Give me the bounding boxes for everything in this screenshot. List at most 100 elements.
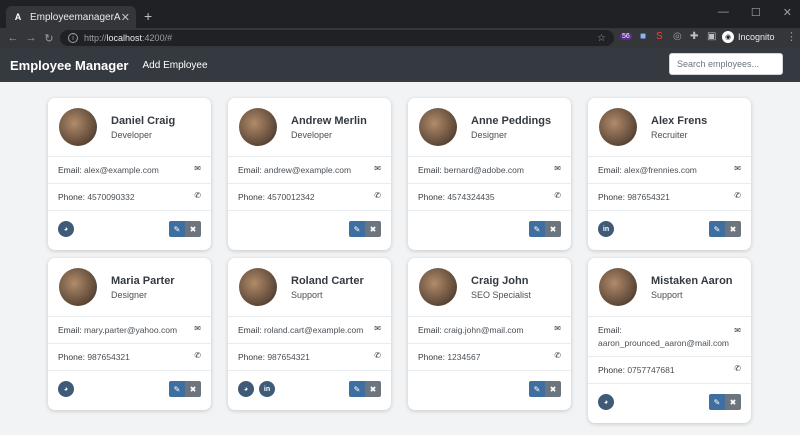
phone-label: Phone: xyxy=(238,352,265,362)
url-host: localhost xyxy=(106,33,143,43)
incognito-indicator[interactable]: ◉ Incognito xyxy=(722,31,775,43)
globe-social-icon[interactable]: ◕ xyxy=(58,381,74,397)
employee-phone: 0757747681 xyxy=(627,365,675,375)
close-window-icon[interactable]: ✕ xyxy=(783,6,792,19)
email-label: Email: xyxy=(58,325,82,335)
employee-phone: 4570090332 xyxy=(87,192,135,202)
card-header: Alex Frens Recruiter xyxy=(588,98,751,156)
employee-card: Maria Parter Designer Email: mary.parter… xyxy=(48,258,211,410)
phone-row: Phone: 1234567 ✆ xyxy=(408,343,571,370)
phone-row: Phone: 4570090332 ✆ xyxy=(48,183,211,210)
delete-button[interactable]: ✖ xyxy=(365,221,381,237)
employee-email: andrew@example.com xyxy=(264,165,352,175)
employee-name: Roland Carter xyxy=(291,274,364,287)
angular-favicon-icon: A xyxy=(14,12,22,22)
card-actions: ✎ ✖ xyxy=(709,221,741,237)
card-footer: ◕ ✎ ✖ xyxy=(48,210,211,249)
globe-social-icon[interactable]: ◕ xyxy=(58,221,74,237)
bookmark-star-icon[interactable]: ☆ xyxy=(597,33,606,44)
extensions-puzzle-icon[interactable]: ✚ xyxy=(690,31,698,42)
phone-row: Phone: 987654321 ✆ xyxy=(48,343,211,370)
delete-button[interactable]: ✖ xyxy=(545,381,561,397)
app-navbar: Employee Manager Add Employee xyxy=(0,48,800,82)
delete-button[interactable]: ✖ xyxy=(725,394,741,410)
card-header: Craig John SEO Specialist xyxy=(408,258,571,316)
employee-phone: 987654321 xyxy=(627,192,670,202)
card-actions: ✎ ✖ xyxy=(529,381,561,397)
new-tab-icon[interactable]: + xyxy=(144,8,152,24)
extension-icon-1[interactable]: 56 xyxy=(620,33,632,40)
delete-button[interactable]: ✖ xyxy=(365,381,381,397)
edit-button[interactable]: ✎ xyxy=(349,221,365,237)
linkedin-social-icon[interactable]: in xyxy=(259,381,275,397)
employee-job-title: Designer xyxy=(471,129,508,140)
delete-button[interactable]: ✖ xyxy=(185,221,201,237)
phone-label: Phone: xyxy=(418,352,445,362)
employee-job-title: Recruiter xyxy=(651,129,688,140)
globe-social-icon[interactable]: ◕ xyxy=(238,381,254,397)
minimize-icon[interactable]: — xyxy=(718,6,729,19)
employee-phone: 1234567 xyxy=(447,352,481,362)
email-label: Email: xyxy=(238,325,262,335)
employee-card: Anne Peddings Designer Email: bernard@ad… xyxy=(408,98,571,250)
phone-icon: ✆ xyxy=(554,351,561,360)
globe-social-icon[interactable]: ◕ xyxy=(598,394,614,410)
edit-button[interactable]: ✎ xyxy=(529,221,545,237)
side-panel-icon[interactable]: ▣ xyxy=(707,31,716,42)
extension-icon-2[interactable]: ■ xyxy=(640,31,646,42)
extension-icon-4[interactable]: ◎ xyxy=(673,31,682,42)
avatar xyxy=(419,268,457,306)
edit-button[interactable]: ✎ xyxy=(169,381,185,397)
phone-label: Phone: xyxy=(58,352,85,362)
brand-title[interactable]: Employee Manager xyxy=(10,58,129,73)
edit-button[interactable]: ✎ xyxy=(709,394,725,410)
phone-icon: ✆ xyxy=(374,351,381,360)
linkedin-social-icon[interactable]: in xyxy=(598,221,614,237)
maximize-icon[interactable]: ☐ xyxy=(751,6,761,19)
browser-tab[interactable]: A EmployeemanagerAngular ✕ xyxy=(6,6,136,28)
close-tab-icon[interactable]: ✕ xyxy=(121,11,130,24)
phone-row: Phone: 987654321 ✆ xyxy=(228,343,391,370)
phone-icon: ✆ xyxy=(734,191,741,200)
employee-email: craig.john@mail.com xyxy=(444,325,524,335)
phone-label: Phone: xyxy=(58,192,85,202)
phone-row: Phone: 4574324435 ✆ xyxy=(408,183,571,210)
employee-job-title: Designer xyxy=(111,289,148,300)
address-bar[interactable]: i http://localhost:4200/# ☆ xyxy=(60,30,614,46)
email-row: Email: craig.john@mail.com ✉ xyxy=(408,316,571,343)
employee-job-title: Support xyxy=(291,289,323,300)
card-actions: ✎ ✖ xyxy=(169,221,201,237)
back-icon[interactable]: ← xyxy=(4,32,22,44)
card-header: Daniel Craig Developer xyxy=(48,98,211,156)
employee-name: Craig John xyxy=(471,274,529,287)
url-rest: :4200/# xyxy=(142,33,173,43)
forward-icon[interactable]: → xyxy=(22,32,40,44)
edit-button[interactable]: ✎ xyxy=(169,221,185,237)
edit-button[interactable]: ✎ xyxy=(529,381,545,397)
email-row: Email: alex@frennies.com ✉ xyxy=(588,156,751,183)
phone-icon: ✆ xyxy=(554,191,561,200)
employee-job-title: Support xyxy=(651,289,683,300)
delete-button[interactable]: ✖ xyxy=(185,381,201,397)
employee-phone: 4574324435 xyxy=(447,192,495,202)
edit-button[interactable]: ✎ xyxy=(349,381,365,397)
employee-phone: 987654321 xyxy=(267,352,310,362)
edit-button[interactable]: ✎ xyxy=(709,221,725,237)
delete-button[interactable]: ✖ xyxy=(545,221,561,237)
search-input[interactable] xyxy=(669,53,783,75)
delete-button[interactable]: ✖ xyxy=(725,221,741,237)
employee-card: Andrew Merlin Developer Email: andrew@ex… xyxy=(228,98,391,250)
email-row: Email: mary.parter@yahoo.com ✉ xyxy=(48,316,211,343)
window-controls: — ☐ ✕ xyxy=(718,6,792,19)
url-prefix: http:// xyxy=(84,33,107,43)
avatar xyxy=(59,108,97,146)
reload-icon[interactable]: ↻ xyxy=(40,32,58,45)
email-label: Email: xyxy=(598,325,622,335)
employee-email: bernard@adobe.com xyxy=(444,165,524,175)
browser-menu-icon[interactable]: ⋮ xyxy=(786,30,797,43)
add-employee-link[interactable]: Add Employee xyxy=(143,60,208,71)
employee-email: mary.parter@yahoo.com xyxy=(84,325,178,335)
employee-card: Daniel Craig Developer Email: alex@examp… xyxy=(48,98,211,250)
site-info-icon[interactable]: i xyxy=(68,33,78,43)
extension-icon-3[interactable]: S xyxy=(656,31,663,42)
